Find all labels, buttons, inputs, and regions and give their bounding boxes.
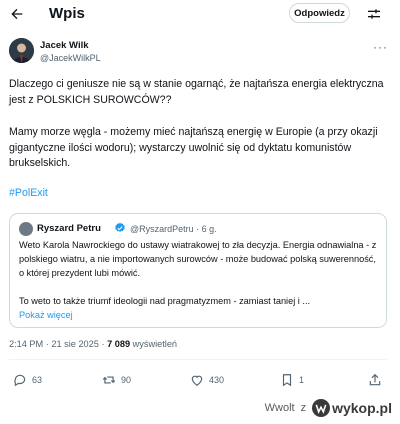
tweet-meta: 2:14 PM · 21 sie 2025 · 7 089 wyświetleń	[9, 339, 177, 349]
reply-icon	[14, 374, 26, 387]
author-handle[interactable]: @JacekWilkPL	[40, 53, 101, 63]
author-name[interactable]: Jacek Wilk	[40, 40, 89, 51]
tweet-paragraph-1: Dlaczego ci geniusze nie są w stanie oga…	[9, 78, 384, 106]
reply-action[interactable]: 63	[13, 373, 42, 387]
like-action[interactable]: 430	[190, 373, 224, 387]
repost-count: 90	[121, 375, 132, 385]
reply-button[interactable]: Odpowiedz	[289, 3, 350, 23]
views-label: wyświetleń	[130, 339, 178, 349]
hashtag-link[interactable]: #PolExit	[9, 187, 48, 199]
wykop-logo-icon	[312, 399, 331, 417]
header: Wpis Odpowiedz	[0, 0, 400, 28]
wykop-logo: wykop.pl	[312, 399, 392, 417]
show-more-link[interactable]: Pokaż więcej	[19, 310, 73, 320]
bookmark-action[interactable]: 1	[280, 373, 304, 387]
like-icon	[191, 375, 203, 386]
quote-text-1: Weto Karola Nawrockiego do ustawy wiatra…	[19, 240, 377, 278]
watermark-site: wykop.pl	[332, 400, 392, 416]
quoted-tweet[interactable]: Ryszard Petru @RyszardPetru · 6 g. Weto …	[9, 213, 387, 328]
quote-author-name: Ryszard Petru	[37, 223, 101, 234]
watermark-user: Wwolt	[264, 402, 295, 414]
divider	[9, 359, 387, 360]
quote-handle-time: @RyszardPetru · 6 g.	[130, 223, 217, 234]
view-count: 7 089	[107, 339, 131, 349]
like-count: 430	[209, 375, 225, 385]
back-arrow-icon[interactable]	[9, 6, 25, 22]
bookmark-icon	[282, 374, 292, 387]
tweet-paragraph-2: Mamy morze węgla - możemy mieć najtańszą…	[9, 126, 378, 169]
share-action[interactable]	[368, 373, 382, 387]
watermark-z: z	[300, 402, 307, 414]
verified-icon	[115, 222, 125, 233]
quote-avatar	[19, 222, 33, 236]
repost-icon	[102, 376, 116, 384]
page-title: Wpis	[49, 5, 85, 22]
quote-text-2: To weto to także triumf ideologii nad pr…	[19, 296, 311, 306]
share-icon	[369, 373, 381, 386]
filter-icon[interactable]	[366, 6, 382, 22]
reply-count: 63	[32, 375, 43, 385]
watermark: Wwolt z wykop.pl	[265, 399, 392, 417]
bookmark-count: 1	[299, 375, 305, 385]
avatar[interactable]	[9, 38, 34, 63]
repost-action[interactable]: 90	[102, 373, 131, 387]
tweet-timestamp[interactable]: 2:14 PM · 21 sie 2025 ·	[9, 339, 107, 349]
more-icon[interactable]: ···	[373, 40, 388, 54]
